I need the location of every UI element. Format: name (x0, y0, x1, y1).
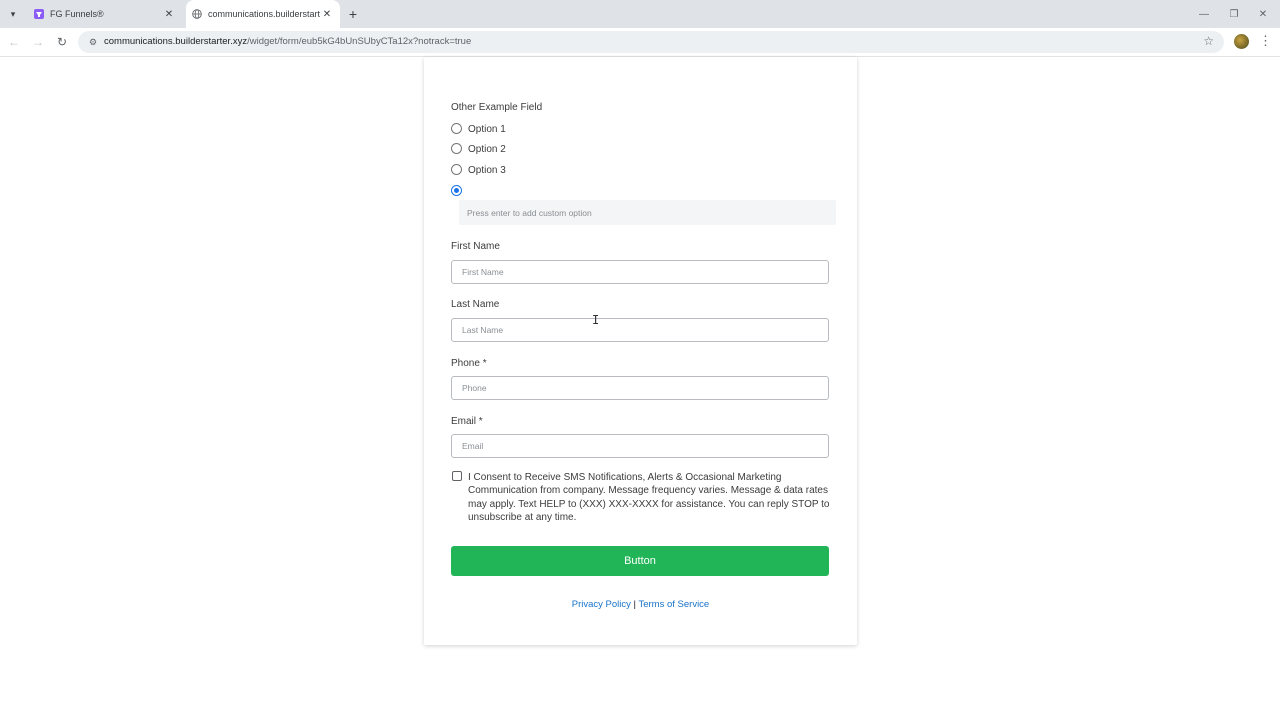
reload-icon[interactable]: ↻ (54, 34, 70, 50)
privacy-policy-link[interactable]: Privacy Policy (572, 599, 631, 610)
radio-button[interactable] (451, 143, 462, 154)
window-close-icon[interactable]: ✕ (1254, 5, 1272, 23)
fg-funnels-favicon-icon (34, 9, 44, 19)
link-separator: | (633, 599, 636, 610)
terms-of-service-link[interactable]: Terms of Service (638, 599, 709, 610)
last-name-input[interactable]: Last Name (451, 318, 829, 342)
radio-button[interactable] (451, 164, 462, 175)
profile-avatar[interactable] (1234, 34, 1249, 49)
last-name-label: Last Name (451, 299, 500, 310)
tab-fg-funnels[interactable]: FG Funnels® ✕ (26, 0, 182, 28)
first-name-label: First Name (451, 241, 500, 252)
radio-button[interactable] (451, 123, 462, 134)
form-card: Other Example Field Option 1 Option 2 Op… (424, 57, 857, 645)
consent-checkbox[interactable] (452, 471, 462, 481)
kebab-menu-icon[interactable]: ⋮ (1259, 33, 1272, 49)
email-label: Email * (451, 416, 483, 427)
radio-option-3[interactable]: Option 3 (451, 164, 506, 176)
url-text[interactable]: communications.builderstarter.xyz/widget… (104, 36, 471, 47)
radio-option-label: Option 3 (468, 165, 506, 176)
text-cursor-icon: I (592, 313, 600, 327)
consent-text: I Consent to Receive SMS Notifications, … (468, 472, 830, 524)
browser-toolbar: ← → ↻ ⚙ communications.builderstarter.xy… (0, 28, 1280, 57)
globe-icon (192, 9, 202, 19)
close-icon[interactable]: ✕ (162, 7, 176, 21)
footer-links: Privacy Policy | Terms of Service (424, 599, 857, 610)
radio-button-selected[interactable] (451, 185, 462, 196)
close-icon[interactable]: ✕ (320, 7, 334, 21)
radio-option-1[interactable]: Option 1 (451, 123, 506, 135)
site-info-tune-icon[interactable]: ⚙ (86, 35, 100, 49)
radio-option-label: Option 2 (468, 144, 506, 155)
tab-title: communications.builderstarter.xyz (208, 9, 320, 19)
phone-label: Phone * (451, 358, 487, 369)
forward-arrow-icon[interactable]: → (30, 34, 46, 50)
email-input[interactable]: Email (451, 434, 829, 458)
tab-strip: ▾ FG Funnels® ✕ communications.builderst… (0, 0, 1280, 28)
phone-input[interactable]: Phone (451, 376, 829, 400)
tab-communications[interactable]: communications.builderstarter.xyz ✕ (186, 0, 340, 28)
submit-button[interactable]: Button (451, 546, 829, 576)
radio-option-2[interactable]: Option 2 (451, 143, 506, 155)
address-bar[interactable]: ⚙ communications.builderstarter.xyz/widg… (78, 31, 1224, 53)
radio-option-label: Option 1 (468, 124, 506, 135)
back-arrow-icon[interactable]: ← (6, 34, 22, 50)
radio-group-label: Other Example Field (451, 102, 543, 113)
bookmark-star-icon[interactable]: ☆ (1203, 34, 1214, 48)
first-name-input[interactable]: First Name (451, 260, 829, 284)
tab-search-chevron-icon[interactable]: ▾ (4, 6, 22, 22)
new-tab-plus-icon[interactable]: + (345, 6, 361, 22)
restore-icon[interactable]: ❐ (1225, 5, 1243, 23)
radio-option-custom[interactable] (451, 185, 468, 197)
custom-option-input[interactable]: Press enter to add custom option (459, 200, 836, 225)
tab-title: FG Funnels® (50, 9, 104, 19)
minimize-icon[interactable]: — (1195, 5, 1213, 23)
